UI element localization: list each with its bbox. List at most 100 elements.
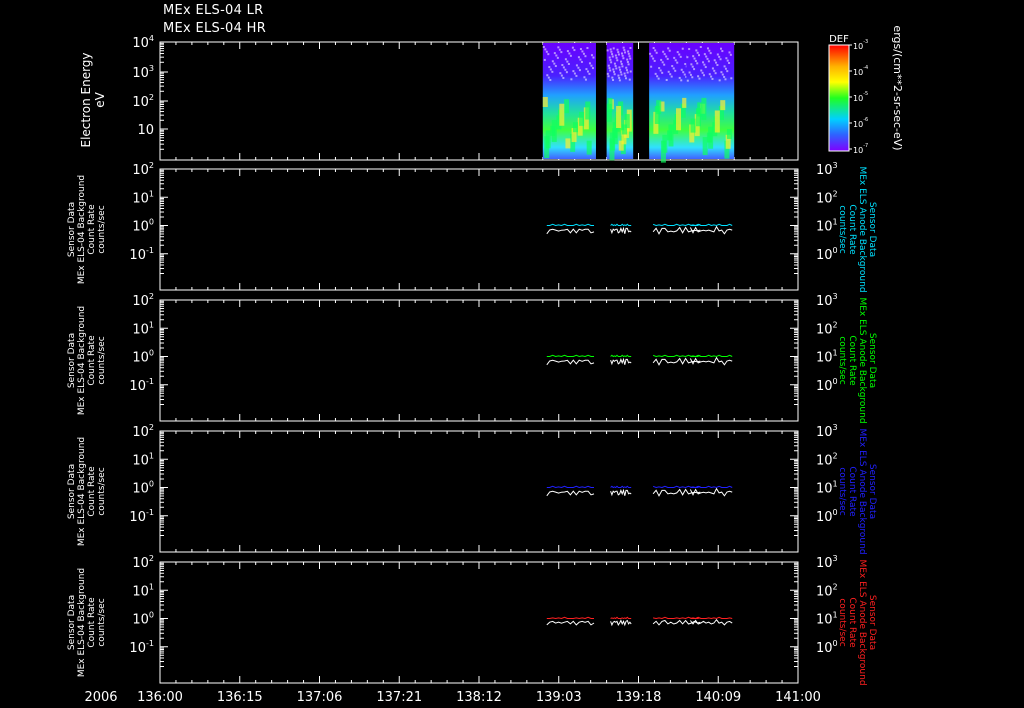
noise-dot xyxy=(581,50,584,53)
right-axis-label: counts/sec xyxy=(837,467,847,515)
left-axis-label: MEx ELS-04 Background xyxy=(77,437,87,546)
flux-patch xyxy=(616,106,622,128)
left-axis-label: MEx ELS-04 Background xyxy=(77,175,87,284)
svg-text:10: 10 xyxy=(137,123,154,138)
noise-dot xyxy=(663,63,666,66)
noise-dot xyxy=(689,73,692,76)
y-tick-label: 102 xyxy=(132,93,154,110)
noise-dot xyxy=(619,68,622,71)
series-line xyxy=(689,487,733,497)
left-axis-label: Count Rate xyxy=(87,597,97,648)
colorbar-tick-label: 10-5 xyxy=(853,91,868,103)
noise-dot xyxy=(560,74,563,77)
noise-dot xyxy=(676,61,679,64)
right-axis-label: MEx ELS Anode Background xyxy=(857,428,867,554)
noise-dot xyxy=(718,55,721,58)
panel-1: 10210110010-1103102101100Sensor Data MEx … xyxy=(67,161,877,293)
left-tick-label: 101 xyxy=(132,189,154,206)
noise-dot xyxy=(620,52,623,55)
svg-text:100: 100 xyxy=(816,639,838,656)
noise-dot xyxy=(715,61,718,64)
svg-text:102: 102 xyxy=(816,582,838,599)
svg-text:102: 102 xyxy=(816,320,838,337)
noise-dot xyxy=(680,68,683,71)
right-tick-label: 100 xyxy=(816,377,838,394)
flux-patch xyxy=(676,108,682,131)
svg-text:100: 100 xyxy=(132,611,154,628)
right-tick-label: 102 xyxy=(816,320,838,337)
noise-dot xyxy=(729,53,732,56)
noise-dot xyxy=(611,55,614,58)
noise-dot xyxy=(694,59,697,62)
noise-dot xyxy=(569,54,572,57)
right-axis-label: counts/sec xyxy=(837,598,847,646)
noise-dot xyxy=(663,53,666,56)
noise-dot xyxy=(560,51,563,54)
svg-text:103: 103 xyxy=(132,64,154,81)
right-tick-label: 100 xyxy=(816,508,838,525)
noise-dot xyxy=(579,58,582,61)
noise-dot xyxy=(626,71,629,74)
noise-dot xyxy=(684,63,687,65)
noise-dot xyxy=(724,78,727,81)
svg-text:103: 103 xyxy=(816,292,838,309)
svg-text:100: 100 xyxy=(132,218,154,235)
noise-dot xyxy=(691,65,694,68)
noise-dot xyxy=(654,49,657,52)
noise-dot xyxy=(551,60,554,63)
noise-dot xyxy=(705,55,708,58)
svg-text:102: 102 xyxy=(816,451,838,468)
series-line xyxy=(546,490,595,497)
noise-dot xyxy=(624,51,627,54)
noise-dot xyxy=(650,55,653,58)
x-tick-label: 139:18 xyxy=(616,690,662,705)
left-tick-label: 102 xyxy=(132,554,154,571)
left-axis-label: Sensor Data xyxy=(67,595,77,650)
noise-dot xyxy=(553,62,556,65)
noise-dot xyxy=(626,60,629,63)
noise-dot xyxy=(611,76,614,79)
noise-dot xyxy=(665,78,668,81)
right-tick-label: 100 xyxy=(816,639,838,656)
svg-text:100: 100 xyxy=(816,246,838,263)
x-tick-label: 136:15 xyxy=(217,690,263,705)
noise-dot xyxy=(582,52,585,55)
noise-dot xyxy=(545,50,548,53)
noise-dot xyxy=(655,51,658,54)
series-line xyxy=(546,223,594,227)
right-tick-label: 102 xyxy=(816,451,838,468)
panel-2: 10210110010-1103102101100Sensor Data MEx … xyxy=(67,292,877,424)
series-line xyxy=(690,223,733,227)
left-axis-label: Sensor Data xyxy=(67,464,77,519)
x-tick-label: 137:06 xyxy=(297,690,343,705)
noise-dot xyxy=(652,47,655,50)
noise-dot xyxy=(668,49,671,52)
noise-dot xyxy=(618,76,621,79)
noise-dot xyxy=(623,72,626,75)
noise-dot xyxy=(586,70,589,73)
noise-dot xyxy=(577,56,580,59)
noise-dot xyxy=(578,69,581,72)
right-tick-label: 101 xyxy=(816,480,838,497)
noise-dot xyxy=(591,67,594,70)
noise-dot xyxy=(584,78,587,81)
noise-dot xyxy=(575,74,578,77)
noise-dot xyxy=(554,65,557,68)
right-axis-label: counts/sec xyxy=(837,336,847,384)
noise-dot xyxy=(688,71,691,74)
noise-dot xyxy=(723,75,726,78)
flux-patch xyxy=(726,128,732,139)
noise-dot xyxy=(592,56,595,59)
noise-dot xyxy=(615,67,618,70)
noise-dot xyxy=(708,73,711,76)
noise-dot xyxy=(553,52,556,55)
noise-dot xyxy=(723,65,726,68)
x-tick-label: 139:03 xyxy=(536,690,582,705)
flux-patch xyxy=(720,100,726,111)
noise-dot xyxy=(628,55,631,58)
left-axis-label: Count Rate xyxy=(87,204,97,255)
left-axis-label: MEx ELS-04 Background xyxy=(77,568,87,677)
flux-patch xyxy=(585,101,591,120)
noise-dot xyxy=(624,77,627,80)
noise-dot xyxy=(561,64,564,67)
